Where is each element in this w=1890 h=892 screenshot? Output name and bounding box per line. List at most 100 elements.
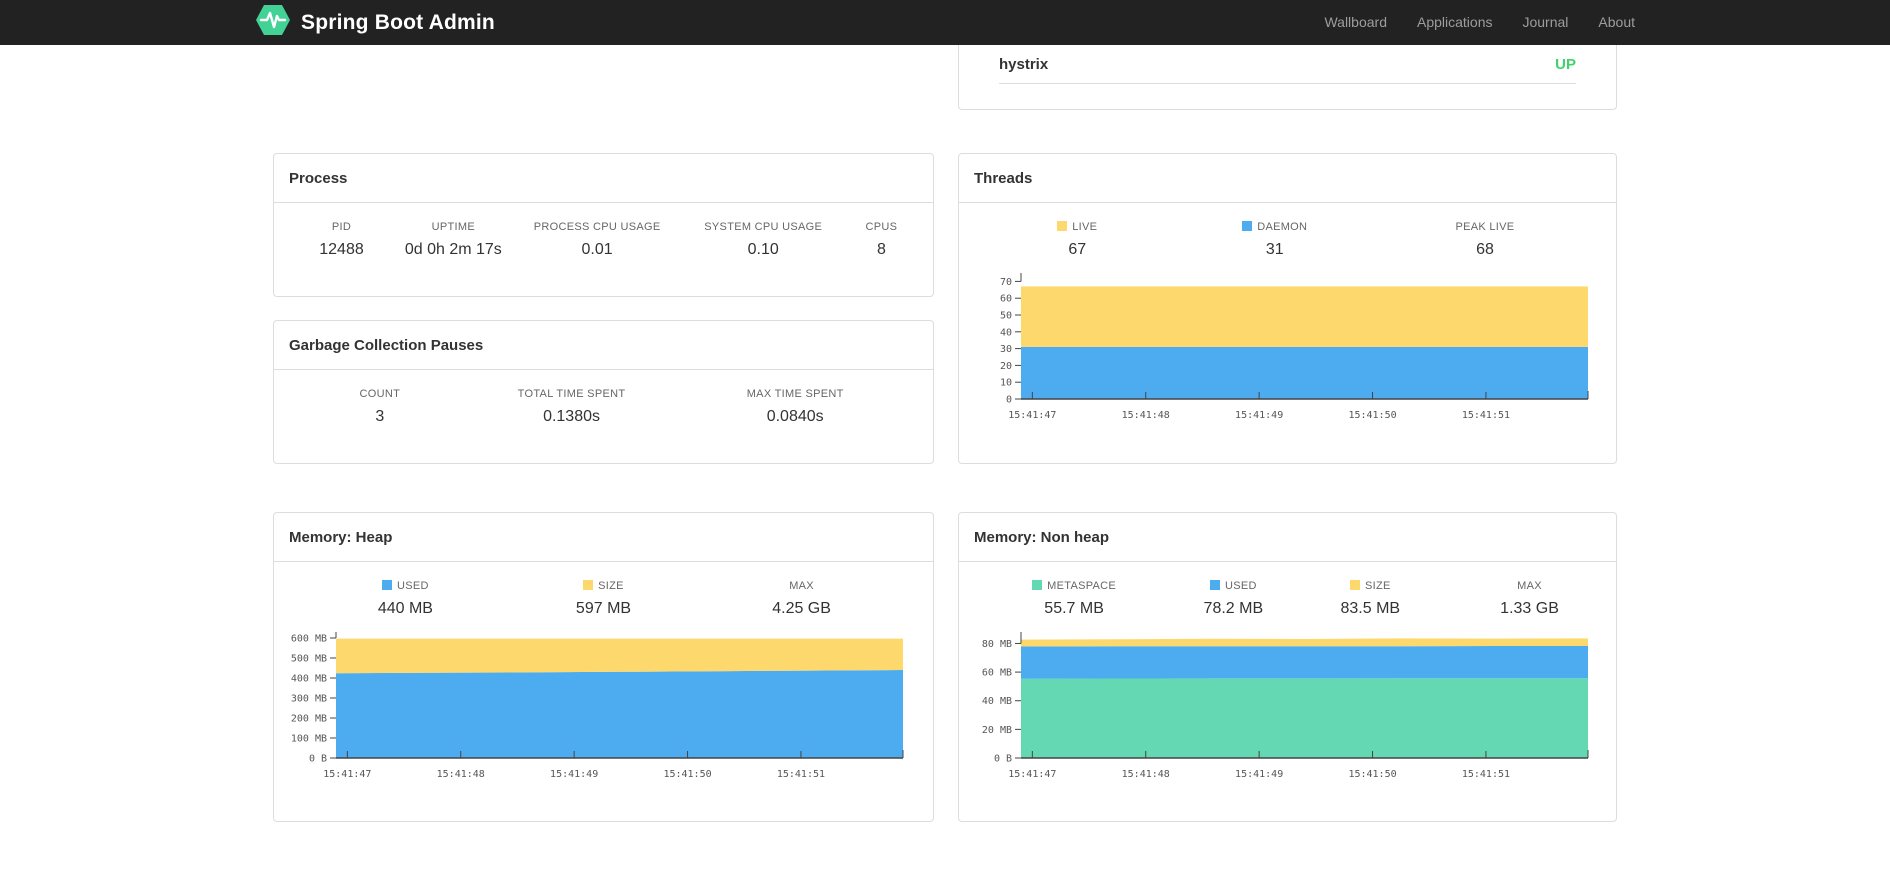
- metric-label: UPTIME: [431, 221, 475, 233]
- heap-series-used: [336, 670, 903, 758]
- metric-label: LIVE: [969, 221, 1186, 233]
- svg-text:15:41:47: 15:41:47: [1008, 410, 1056, 421]
- metric-cpus: CPUS 8: [840, 221, 923, 259]
- application-name: hystrix: [999, 55, 1049, 73]
- legend-swatch-icon: [1209, 580, 1220, 590]
- memory-heap-card: Memory: Heap USED 440 MB SIZE 597 MB MAX 4.25…: [273, 512, 934, 822]
- metric-max: MAX 1.33 GB: [1453, 580, 1606, 618]
- metric-value: 0.1380s: [543, 408, 600, 425]
- svg-text:300 MB: 300 MB: [291, 694, 327, 705]
- svg-text:60 MB: 60 MB: [982, 668, 1012, 679]
- application-row[interactable]: hystrix UP: [999, 45, 1576, 84]
- nav-link-wallboard[interactable]: Wallboard: [1309, 0, 1402, 45]
- brand-link[interactable]: Spring Boot Admin: [255, 4, 495, 41]
- svg-text:15:41:48: 15:41:48: [437, 769, 485, 780]
- nonheap-chart-svg: 0 B 20 MB 40 MB 60 MB 80 MB 15:41:47 15:41:48 1…: [982, 632, 1589, 780]
- metric-value: 0.10: [747, 241, 779, 258]
- status-badge: UP: [1555, 55, 1576, 73]
- metric-value: 8: [876, 241, 886, 258]
- process-card-title: Process: [274, 154, 933, 203]
- legend-swatch-icon: [1057, 221, 1068, 231]
- metric-value: 83.5 MB: [1340, 600, 1401, 617]
- svg-text:15:41:48: 15:41:48: [1122, 410, 1170, 421]
- metric-metaspace: METASPACE 55.7 MB: [969, 580, 1179, 618]
- metric-label: USED: [284, 580, 527, 592]
- metric-label: DAEMON: [1186, 221, 1364, 233]
- svg-text:15:41:51: 15:41:51: [777, 769, 825, 780]
- svg-text:60: 60: [1000, 294, 1012, 305]
- threads-series-live: [1021, 286, 1588, 347]
- metric-value: 12488: [319, 241, 364, 258]
- metric-label: CPUS: [865, 221, 898, 233]
- heap-chart-svg: 0 B 100 MB 200 MB 300 MB 400 MB 500 MB 600 MB 1…: [291, 632, 904, 780]
- nav-link-about[interactable]: About: [1583, 0, 1635, 45]
- metric-total-time-spent: TOTAL TIME SPENT 0.1380s: [476, 388, 668, 426]
- gc-card: Garbage Collection Pauses COUNT 3 TOTAL TI…: [273, 320, 934, 464]
- metric-label: SYSTEM CPU USAGE: [704, 221, 823, 233]
- metric-size: SIZE 597 MB: [527, 580, 680, 618]
- metric-value: 68: [1476, 241, 1494, 258]
- nonheap-series-metaspace: [1021, 678, 1588, 758]
- legend-swatch-icon: [583, 580, 594, 590]
- svg-text:40: 40: [1000, 327, 1012, 338]
- process-metrics: PID 12488 UPTIME 0d 0h 2m 17s PROCESS CPU US…: [274, 203, 933, 259]
- svg-text:15:41:47: 15:41:47: [323, 769, 371, 780]
- svg-text:10: 10: [1000, 378, 1012, 389]
- svg-text:0 B: 0 B: [994, 754, 1012, 765]
- metric-system-cpu-usage: SYSTEM CPU USAGE 0.10: [687, 221, 840, 259]
- threads-metrics: LIVE 67 DAEMON 31 PEAK LIVE 68: [959, 203, 1616, 259]
- svg-text:600 MB: 600 MB: [291, 634, 327, 645]
- svg-text:20: 20: [1000, 361, 1012, 372]
- svg-text:15:41:51: 15:41:51: [1462, 410, 1510, 421]
- application-status-card: hystrix UP: [958, 45, 1617, 110]
- metric-used: USED 78.2 MB: [1179, 580, 1287, 618]
- gc-card-title: Garbage Collection Pauses: [274, 321, 933, 370]
- brand-title: Spring Boot Admin: [301, 10, 495, 34]
- memory-heap-card-title: Memory: Heap: [274, 513, 933, 562]
- process-card: Process PID 12488 UPTIME 0d 0h 2m 17s PROCES…: [273, 153, 934, 297]
- metric-uptime: UPTIME 0d 0h 2m 17s: [399, 221, 508, 259]
- metric-value: 597 MB: [575, 600, 632, 617]
- metric-value: 31: [1265, 241, 1284, 258]
- metric-value: 78.2 MB: [1203, 600, 1264, 617]
- svg-text:15:41:51: 15:41:51: [1462, 769, 1510, 780]
- metric-pid: PID 12488: [284, 221, 399, 259]
- legend-swatch-icon: [1032, 580, 1043, 590]
- metric-label: PEAK LIVE: [1455, 221, 1515, 233]
- legend-swatch-icon: [1242, 221, 1253, 231]
- metric-label: TOTAL TIME SPENT: [517, 388, 626, 400]
- memory-nonheap-chart: 0 B 20 MB 40 MB 60 MB 80 MB 15:41:47 15:41:48 1…: [959, 618, 1616, 788]
- svg-text:15:41:49: 15:41:49: [1235, 410, 1283, 421]
- svg-text:500 MB: 500 MB: [291, 654, 327, 665]
- metric-label: USED: [1179, 580, 1287, 592]
- legend-swatch-icon: [1349, 580, 1360, 590]
- metric-value: 1.33 GB: [1500, 600, 1559, 617]
- metric-value: 67: [1068, 241, 1087, 258]
- gc-metrics: COUNT 3 TOTAL TIME SPENT 0.1380s MAX TIME SP…: [274, 370, 933, 426]
- application-status-row: hystrix UP: [273, 45, 1617, 110]
- threads-chart-svg: 0 10 20 30 40 50 60 70 15:41:47 15:41:48 15:41:49 1…: [1000, 273, 1589, 421]
- metric-label: SIZE: [527, 580, 680, 592]
- threads-card: Threads LIVE 67 DAEMON 31 PEAK LIVE 68 0 10 20 3…: [958, 153, 1617, 464]
- metric-value: 4.25 GB: [772, 600, 831, 617]
- svg-text:15:41:48: 15:41:48: [1122, 769, 1170, 780]
- svg-text:15:41:49: 15:41:49: [1235, 769, 1283, 780]
- pulse-hexagon-icon: [255, 4, 291, 41]
- nonheap-series-used: [1021, 646, 1588, 679]
- navbar-links: Wallboard Applications Journal About: [1309, 0, 1635, 45]
- metric-label: MAX: [789, 580, 814, 592]
- svg-text:20 MB: 20 MB: [982, 725, 1012, 736]
- metric-daemon: DAEMON 31: [1186, 221, 1364, 259]
- threads-series-daemon: [1021, 346, 1588, 399]
- metric-process-cpu-usage: PROCESS CPU USAGE 0.01: [508, 221, 687, 259]
- metric-value: 0d 0h 2m 17s: [404, 241, 502, 258]
- memory-heap-metrics: USED 440 MB SIZE 597 MB MAX 4.25 GB: [274, 562, 933, 618]
- svg-text:30: 30: [1000, 344, 1012, 355]
- nav-link-applications[interactable]: Applications: [1402, 0, 1508, 45]
- metric-label: PROCESS CPU USAGE: [533, 221, 661, 233]
- bottom-spacer: [273, 822, 1617, 892]
- metric-label: COUNT: [359, 388, 401, 400]
- nav-link-journal[interactable]: Journal: [1507, 0, 1583, 45]
- threads-chart: 0 10 20 30 40 50 60 70 15:41:47 15:41:48 15:41:49 1…: [959, 259, 1616, 429]
- threads-card-title: Threads: [959, 154, 1616, 203]
